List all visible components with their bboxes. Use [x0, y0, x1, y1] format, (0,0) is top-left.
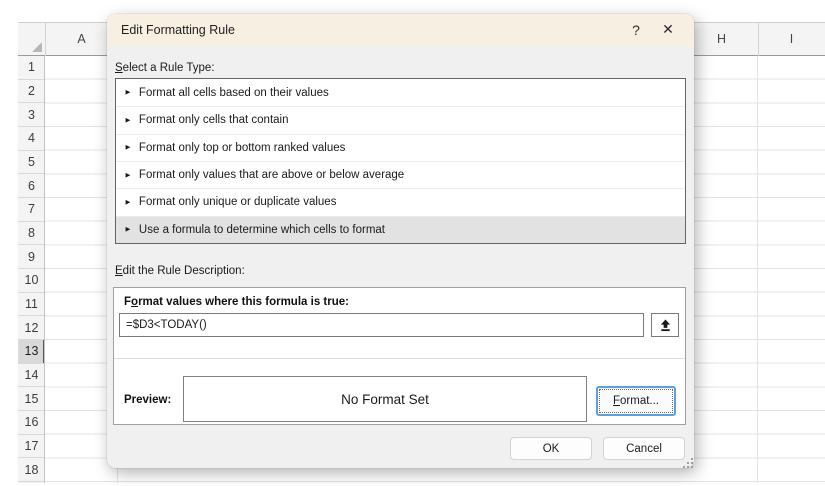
- excel-window: AHI 123456789101112131415161718 Edit For…: [0, 0, 825, 486]
- dialog-titlebar[interactable]: Edit Formatting Rule ? ✕: [107, 14, 694, 45]
- collapse-dialog-button[interactable]: [651, 313, 679, 337]
- select-all-button[interactable]: [18, 22, 45, 56]
- rule-arrow-icon: ►: [124, 143, 132, 152]
- rule-type-label: Format only values that are above or bel…: [139, 169, 404, 181]
- column-header-separator: [45, 22, 46, 56]
- row-header-1[interactable]: 1: [18, 56, 45, 80]
- row-header-5[interactable]: 5: [18, 151, 45, 175]
- formula-input[interactable]: [119, 313, 644, 337]
- row-header-13[interactable]: 13: [18, 340, 45, 364]
- rule-type-label: Format only top or bottom ranked values: [139, 142, 345, 154]
- rule-type-item[interactable]: ► Format only cells that contain: [116, 106, 685, 133]
- row-header-10[interactable]: 10: [18, 269, 45, 293]
- preview-box: No Format Set: [183, 376, 587, 422]
- row-header-9[interactable]: 9: [18, 245, 45, 269]
- dialog-title: Edit Formatting Rule: [121, 14, 235, 45]
- row-header-3[interactable]: 3: [18, 103, 45, 127]
- row-header-16[interactable]: 16: [18, 411, 45, 435]
- rule-type-item[interactable]: ► Format only unique or duplicate values: [116, 188, 685, 215]
- edit-rule-description-label: Edit the Rule Description:: [115, 265, 245, 277]
- rule-type-item[interactable]: ► Use a formula to determine which cells …: [116, 216, 685, 243]
- format-button[interactable]: Format...: [596, 386, 676, 416]
- gridline-h-i: [757, 56, 758, 483]
- rule-arrow-icon: ►: [124, 115, 132, 124]
- rule-type-label: Format only unique or duplicate values: [139, 196, 337, 208]
- row-header-8[interactable]: 8: [18, 222, 45, 246]
- column-header-h[interactable]: H: [685, 22, 758, 56]
- rule-type-label: Use a formula to determine which cells t…: [139, 224, 385, 236]
- rule-type-item[interactable]: ► Format only top or bottom ranked values: [116, 134, 685, 161]
- rule-type-label: Format only cells that contain: [139, 114, 289, 126]
- row-header-4[interactable]: 4: [18, 127, 45, 151]
- ok-button[interactable]: OK: [510, 437, 592, 460]
- column-header-separator: [758, 22, 759, 56]
- formula-label: Format values where this formula is true…: [124, 296, 349, 308]
- rule-type-item[interactable]: ► Format only values that are above or be…: [116, 161, 685, 188]
- rule-arrow-icon: ►: [124, 197, 132, 206]
- row-header-11[interactable]: 11: [18, 293, 45, 317]
- rule-arrow-icon: ►: [124, 170, 132, 179]
- edit-formatting-rule-dialog: Edit Formatting Rule ? ✕ Select a Rule T…: [107, 14, 694, 468]
- row-header-18[interactable]: 18: [18, 458, 45, 482]
- help-icon[interactable]: ?: [622, 14, 650, 45]
- resize-grip[interactable]: [687, 462, 689, 464]
- rule-arrow-icon: ►: [124, 88, 132, 97]
- rule-type-listbox: ►Format all cells based on their values►…: [115, 78, 686, 244]
- select-rule-type-label: Select a Rule Type:: [115, 62, 215, 74]
- close-icon[interactable]: ✕: [654, 14, 682, 45]
- row-header-14[interactable]: 14: [18, 364, 45, 388]
- row-header-17[interactable]: 17: [18, 435, 45, 459]
- groupbox-divider: [114, 358, 685, 359]
- rule-type-item[interactable]: ► Format all cells based on their values: [116, 79, 685, 106]
- cancel-button[interactable]: Cancel: [603, 437, 685, 460]
- row-header-12[interactable]: 12: [18, 316, 45, 340]
- row-header-15[interactable]: 15: [18, 387, 45, 411]
- rule-description-groupbox: Format values where this formula is true…: [113, 287, 686, 425]
- row-header-6[interactable]: 6: [18, 174, 45, 198]
- row-header-2[interactable]: 2: [18, 80, 45, 104]
- rule-type-label: Format all cells based on their values: [139, 87, 329, 99]
- collapse-arrow-icon: [659, 319, 672, 332]
- column-header-i[interactable]: I: [758, 22, 825, 56]
- rule-arrow-icon: ►: [124, 225, 132, 234]
- preview-label: Preview:: [124, 394, 171, 406]
- select-all-triangle-icon: [32, 42, 42, 52]
- row-header-7[interactable]: 7: [18, 198, 45, 222]
